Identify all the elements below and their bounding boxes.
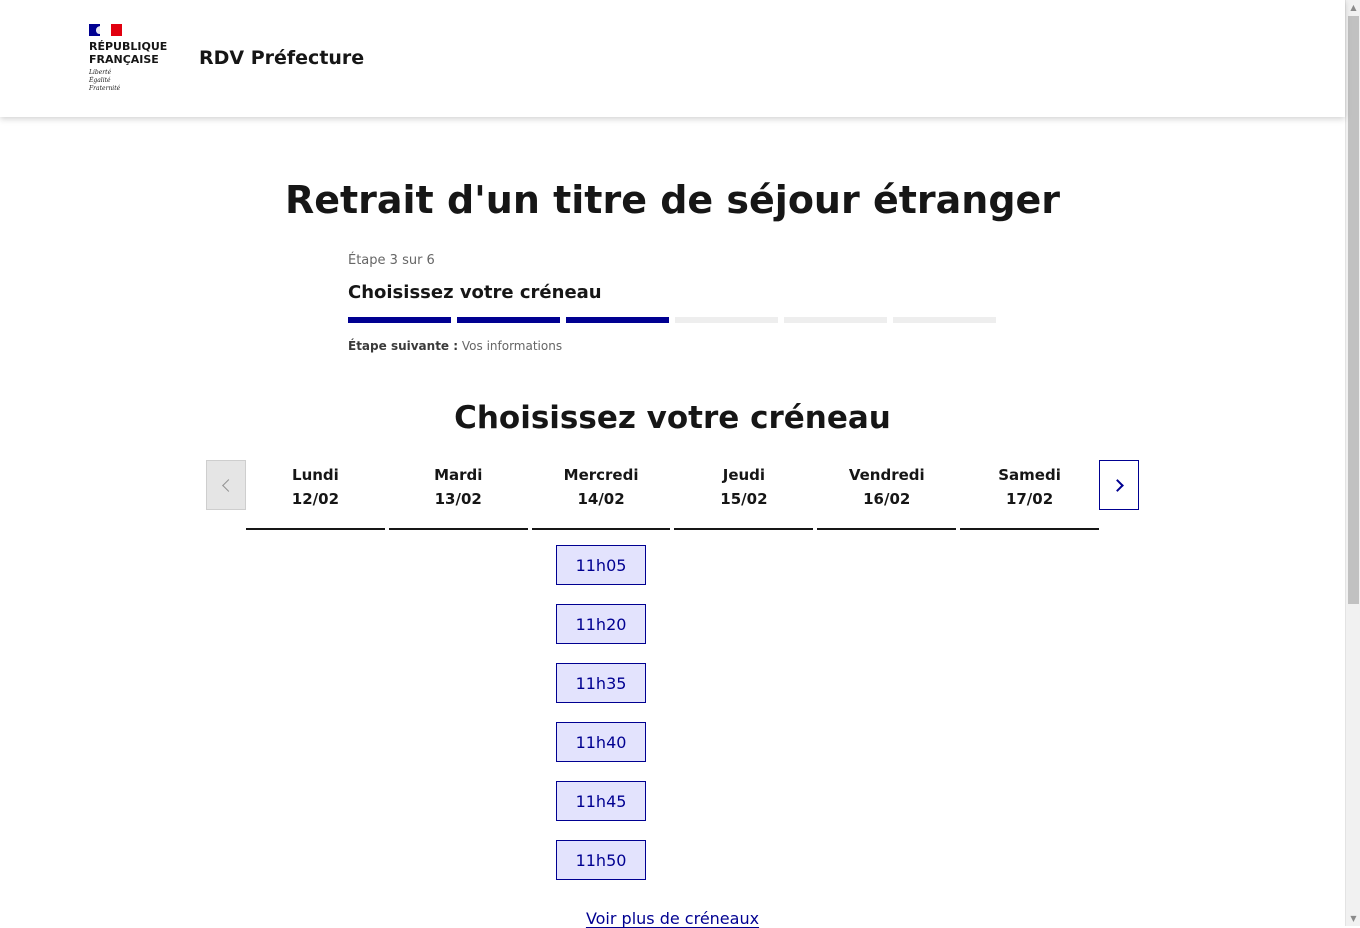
progress-segment-done (457, 317, 560, 323)
time-slot-button[interactable]: 11h50 (556, 840, 646, 880)
service-name[interactable]: RDV Préfecture (199, 47, 364, 69)
republique-francaise-logo[interactable]: RÉPUBLIQUE FRANÇAISE Liberté Égalité Fra… (89, 24, 179, 93)
day-date: 14/02 (577, 490, 625, 508)
stepper-next-value: Vos informations (461, 339, 563, 353)
chevron-right-icon (1110, 478, 1124, 492)
time-slots-wednesday: 11h05 11h20 11h35 11h40 11h45 11h50 (556, 545, 646, 899)
day-column-header: Mardi 13/02 (388, 462, 528, 530)
day-date: 15/02 (720, 490, 768, 508)
time-slot-button[interactable]: 11h40 (556, 722, 646, 762)
day-name: Lundi (292, 466, 339, 484)
day-date: 12/02 (291, 490, 340, 508)
time-slot-button[interactable]: 11h45 (556, 781, 646, 821)
stepper: Étape 3 sur 6 Choisissez votre créneau É… (348, 253, 998, 353)
day-column-header: Lundi 12/02 (246, 462, 385, 530)
day-date: 17/02 (1005, 490, 1054, 508)
motto-line: Fraternité (89, 85, 121, 92)
motto-line: Égalité (89, 77, 111, 84)
next-days-button[interactable] (1099, 460, 1139, 510)
day-column-header: Mercredi 14/02 (531, 462, 671, 530)
time-slot-button[interactable]: 11h35 (556, 663, 646, 703)
page-title: Retrait d'un titre de séjour étranger (284, 178, 1061, 222)
page-scrollbar[interactable]: ▲ ▼ (1345, 0, 1360, 926)
chevron-left-icon (221, 478, 235, 492)
progress-segment-done (566, 317, 669, 323)
marianne-flag-icon (89, 24, 122, 36)
progress-segment-todo (784, 317, 887, 323)
logo-motto: Liberté Égalité Fraternité (89, 69, 179, 93)
previous-days-button[interactable] (206, 460, 246, 510)
day-name: Mardi (434, 466, 483, 484)
more-slots-link[interactable]: Voir plus de créneaux (0, 909, 1345, 928)
progress-segment-todo (893, 317, 996, 323)
calendar-days: Lundi 12/02 Mardi 13/02 Mercredi 14/02 J… (246, 462, 1099, 530)
day-date: 13/02 (434, 490, 482, 508)
day-name: Jeudi (722, 466, 766, 484)
motto-line: Liberté (89, 69, 112, 76)
stepper-next-step: Étape suivante : Vos informations (348, 339, 998, 353)
stepper-title: Choisissez votre créneau (348, 282, 602, 303)
calendar-title: Choisissez votre créneau (454, 400, 891, 436)
day-name: Samedi (998, 466, 1061, 484)
day-name: Vendredi (848, 466, 925, 484)
day-column-header: Samedi 17/02 (960, 462, 1099, 530)
progress-segment-todo (675, 317, 778, 323)
day-column-header: Vendredi 16/02 (817, 462, 957, 530)
logo-text: RÉPUBLIQUE FRANÇAISE (89, 40, 168, 66)
day-column-header: Jeudi 15/02 (674, 462, 814, 530)
scroll-down-arrow-icon[interactable]: ▼ (1346, 911, 1360, 926)
day-date: 16/02 (863, 490, 911, 508)
time-slot-button[interactable]: 11h05 (556, 545, 646, 585)
progress-segment-done (348, 317, 451, 323)
scroll-up-arrow-icon[interactable]: ▲ (1346, 0, 1360, 15)
stepper-progress (348, 317, 998, 323)
day-name: Mercredi (563, 466, 639, 484)
time-slot-button[interactable]: 11h20 (556, 604, 646, 644)
stepper-state: Étape 3 sur 6 (348, 253, 435, 268)
stepper-next-label: Étape suivante : (348, 339, 459, 353)
site-header: RÉPUBLIQUE FRANÇAISE Liberté Égalité Fra… (0, 0, 1345, 117)
scrollbar-thumb[interactable] (1348, 16, 1359, 604)
